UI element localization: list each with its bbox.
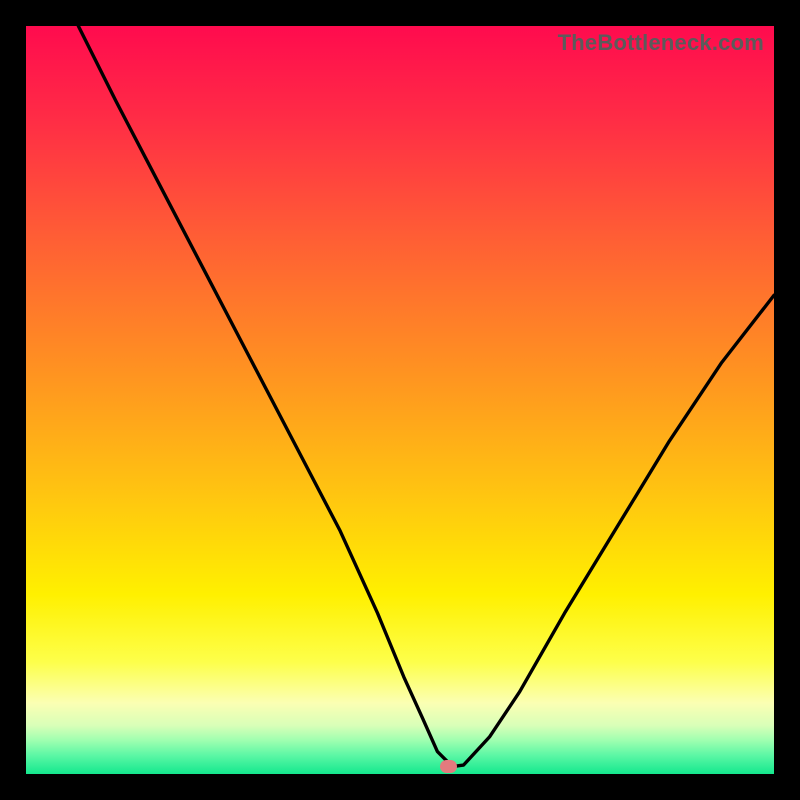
watermark-label: TheBottleneck.com [558, 30, 764, 56]
chart-frame: TheBottleneck.com [0, 0, 800, 800]
bottleneck-curve [26, 26, 774, 774]
optimal-point-marker [440, 760, 457, 773]
plot-area: TheBottleneck.com [26, 26, 774, 774]
